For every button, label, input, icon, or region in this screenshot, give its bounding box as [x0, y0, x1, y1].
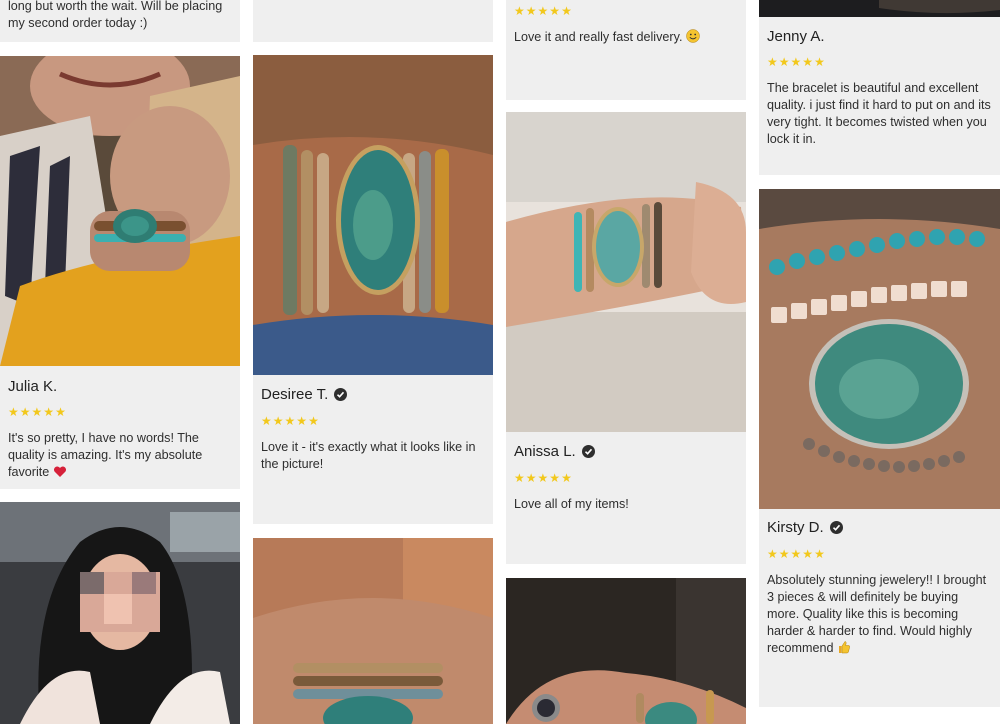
- review-card-julia[interactable]: Julia K. ★ ★ ★ ★ ★ It's so pretty, I have no…: [0, 56, 240, 489]
- star-icon: ★: [549, 471, 561, 485]
- star-rating: ★ ★ ★ ★ ★: [261, 415, 319, 427]
- review-photo[interactable]: [0, 502, 240, 724]
- star-icon: ★: [514, 471, 525, 485]
- star-rating: ★ ★ ★ ★ ★: [514, 472, 572, 484]
- star-icon: ★: [767, 547, 778, 561]
- star-icon: ★: [802, 547, 814, 561]
- star-icon: ★: [284, 414, 296, 428]
- reviewer-name: Anissa L.: [514, 443, 595, 460]
- star-icon: ★: [19, 405, 31, 419]
- review-card-desiree[interactable]: Desiree T. ★ ★ ★ ★ ★ Love it - it's exactly …: [253, 55, 493, 524]
- star-icon: ★: [525, 4, 537, 18]
- review-photo[interactable]: [0, 56, 240, 366]
- star-icon: ★: [802, 55, 814, 69]
- review-card-kirsty[interactable]: Kirsty D. ★ ★ ★ ★ ★ Absolutely stunning jewe…: [759, 189, 1000, 707]
- star-icon: ★: [308, 414, 319, 428]
- star-icon: ★: [537, 471, 549, 485]
- star-icon: ★: [561, 471, 572, 485]
- star-rating: ★ ★ ★ ★ ★: [767, 56, 825, 68]
- star-icon: ★: [814, 547, 825, 561]
- review-text: Love all of my items!: [514, 497, 629, 511]
- review-text-body: Love it and really fast delivery.: [514, 30, 683, 44]
- review-card-jenny[interactable]: Jenny A. ★ ★ ★ ★ ★ The bracelet is beautiful…: [759, 0, 1000, 175]
- star-icon: ★: [525, 471, 537, 485]
- star-icon: ★: [778, 547, 790, 561]
- star-icon: ★: [514, 4, 525, 18]
- review-card-top-col3: ★ ★ ★ ★ ★ Love it and really fast delivery.: [506, 0, 746, 100]
- review-photo[interactable]: [506, 578, 746, 724]
- star-icon: ★: [55, 405, 66, 419]
- review-text: It's so pretty, I have no words! The qua…: [8, 430, 232, 483]
- review-photo[interactable]: [506, 112, 746, 432]
- review-text: The bracelet is beautiful and excellent …: [767, 81, 991, 146]
- verified-check-icon: [334, 388, 348, 401]
- star-rating: ★ ★ ★ ★ ★: [8, 406, 66, 418]
- star-icon: ★: [790, 55, 802, 69]
- star-icon: ★: [778, 55, 790, 69]
- heart-icon: [53, 466, 67, 483]
- review-text-body: Absolutely stunning jewelery!! I brought…: [767, 573, 987, 655]
- star-icon: ★: [43, 405, 55, 419]
- review-card-top-col2: [253, 0, 493, 42]
- review-text: long but worth the wait. Will be placing…: [8, 0, 223, 30]
- review-text-body: It's so pretty, I have no words! The qua…: [8, 431, 203, 479]
- reviewer-name-text: Desiree T.: [261, 386, 329, 403]
- review-card-col2-bottom[interactable]: [253, 538, 493, 724]
- star-icon: ★: [296, 414, 308, 428]
- star-icon: ★: [549, 4, 561, 18]
- smile-icon: [686, 29, 700, 48]
- star-icon: ★: [814, 55, 825, 69]
- star-rating: ★ ★ ★ ★ ★: [514, 5, 572, 17]
- reviewer-name: Julia K.: [8, 378, 58, 395]
- star-icon: ★: [272, 414, 284, 428]
- review-photo[interactable]: [253, 55, 493, 375]
- star-icon: ★: [261, 414, 272, 428]
- star-icon: ★: [767, 55, 778, 69]
- verified-check-icon: [581, 445, 595, 458]
- review-text: Love it and really fast delivery.: [514, 29, 738, 48]
- star-icon: ★: [31, 405, 43, 419]
- thumbs-up-icon: [837, 640, 851, 659]
- reviewer-name: Jenny A.: [767, 28, 825, 45]
- star-rating: ★ ★ ★ ★ ★: [767, 548, 825, 560]
- review-photo[interactable]: [253, 538, 493, 724]
- reviewer-name-text: Kirsty D.: [767, 519, 824, 536]
- reviewer-name: Desiree T.: [261, 386, 348, 403]
- star-icon: ★: [790, 547, 802, 561]
- star-icon: ★: [561, 4, 572, 18]
- review-card-top-col1: long but worth the wait. Will be placing…: [0, 0, 240, 42]
- review-card-anissa[interactable]: Anissa L. ★ ★ ★ ★ ★ Love all of my items!: [506, 112, 746, 564]
- star-icon: ★: [537, 4, 549, 18]
- reviewer-name-text: Anissa L.: [514, 443, 576, 460]
- review-card-col1-bottom[interactable]: [0, 502, 240, 724]
- verified-check-icon: [829, 521, 843, 534]
- review-card-col3-bottom[interactable]: [506, 578, 746, 724]
- review-text: Love it - it's exactly what it looks lik…: [261, 440, 476, 471]
- star-icon: ★: [8, 405, 19, 419]
- review-photo[interactable]: [759, 189, 1000, 509]
- review-text: Absolutely stunning jewelery!! I brought…: [767, 572, 992, 659]
- review-photo[interactable]: [759, 0, 1000, 17]
- reviewer-name: Kirsty D.: [767, 519, 843, 536]
